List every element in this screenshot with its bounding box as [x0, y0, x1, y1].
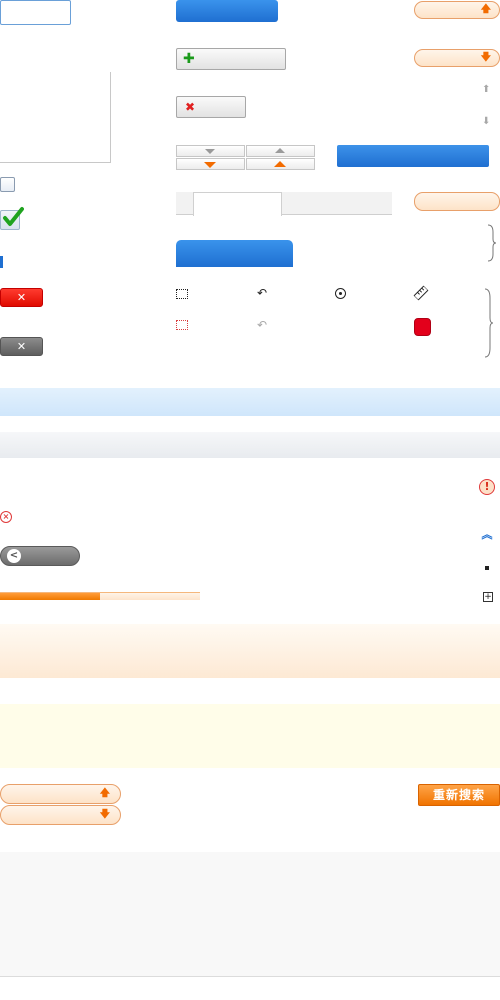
close-button-gray[interactable]: ✕	[0, 337, 43, 356]
header-bar-gray	[0, 432, 500, 458]
brace-icon	[484, 288, 494, 358]
plus-icon: ✚	[183, 51, 195, 67]
research-button[interactable]: 重新搜索	[418, 784, 500, 806]
wide-primary-button[interactable]	[337, 145, 489, 167]
progress-bar	[0, 592, 200, 600]
tab-active[interactable]	[193, 192, 282, 216]
tab-primary[interactable]	[176, 240, 293, 267]
error-icon[interactable]: ×	[0, 511, 12, 523]
triangle-down-icon	[205, 149, 215, 154]
checkmark-icon	[3, 207, 24, 226]
delete-icon: ✖	[185, 100, 196, 114]
sort-ascending-pill[interactable]: 🡅	[414, 1, 500, 19]
selection-rect-red-icon[interactable]	[176, 320, 188, 330]
notice-panel-peach	[0, 624, 500, 678]
text-cursor-marker	[0, 256, 3, 268]
brace-icon	[487, 224, 497, 262]
arrow-down-icon: 🡇	[480, 52, 491, 63]
sort-descending-pill[interactable]: 🡇	[414, 49, 500, 67]
spinner-up-gray[interactable]	[246, 145, 315, 157]
primary-button[interactable]	[176, 0, 278, 22]
content-panel	[0, 72, 111, 163]
footer-panel	[0, 852, 500, 977]
triangle-down-icon	[204, 162, 216, 168]
undo-icon[interactable]: ↶	[255, 286, 269, 300]
sort-ascending-wide[interactable]: 🡅	[0, 784, 121, 804]
remove-button[interactable]: ✖	[176, 96, 246, 118]
warning-icon: !	[479, 479, 495, 495]
progress-fill	[0, 593, 100, 600]
arrow-up-icon: 🡅	[480, 4, 491, 15]
spinner-down-gray[interactable]	[176, 145, 245, 157]
double-chevron-up-icon[interactable]: ︽	[481, 529, 493, 541]
text-input[interactable]	[0, 0, 71, 25]
spinner-down-orange[interactable]	[176, 158, 245, 170]
selection-rect-icon[interactable]	[176, 289, 188, 299]
triangle-up-icon	[274, 161, 286, 167]
close-button-red[interactable]: ✕	[0, 288, 43, 307]
ruler-icon[interactable]	[411, 283, 431, 303]
sort-descending-wide[interactable]: 🡇	[0, 805, 121, 825]
notice-panel-yellow	[0, 704, 500, 768]
back-button[interactable]: <	[0, 546, 80, 566]
radio-icon[interactable]	[335, 288, 346, 299]
orange-pill-plain[interactable]	[414, 192, 500, 211]
add-button[interactable]: ✚	[176, 48, 286, 70]
triangle-up-icon	[275, 148, 285, 153]
bullet-icon	[485, 566, 489, 570]
back-arrow-icon: <	[7, 549, 21, 563]
undo-disabled-icon: ↶	[256, 318, 268, 332]
arrow-up-icon: 🡅	[99, 788, 110, 799]
arrow-up-gray-icon[interactable]: ⬆	[482, 84, 490, 96]
checkbox-checked[interactable]	[0, 207, 24, 230]
info-bar-blue	[0, 388, 500, 416]
expand-icon[interactable]: +	[483, 592, 493, 602]
arrow-down-icon: 🡇	[99, 809, 110, 820]
spinner-up-orange[interactable]	[246, 158, 315, 170]
record-stop-icon[interactable]	[414, 318, 431, 336]
checkbox-unchecked[interactable]	[0, 177, 15, 192]
arrow-down-gray-icon[interactable]: ⬇	[482, 116, 490, 128]
